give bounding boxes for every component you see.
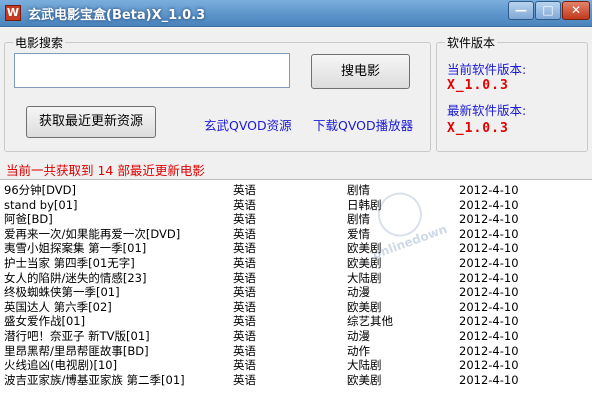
movie-date: 2012-4-10 xyxy=(459,270,519,285)
movie-title: 波吉亚家族/博基亚家族 第二季[01] xyxy=(4,372,185,387)
version-group-label: 软件版本 xyxy=(445,34,498,51)
movie-language: 英语 xyxy=(233,226,256,241)
table-row[interactable]: 潜行吧！奈亚子 新TV版[01] 英语 动漫 2012-4-10 xyxy=(0,329,592,343)
movie-language: 英语 xyxy=(233,372,256,387)
table-row[interactable]: 阿爸[BD] 英语 剧情 2012-4-10 xyxy=(0,212,592,226)
movie-title: 护士当家 第四季[01无字] xyxy=(4,256,135,270)
movie-language: 英语 xyxy=(233,299,256,314)
movie-language: 英语 xyxy=(233,329,256,343)
table-row[interactable]: 里昂黑帮/里昂帮匪故事[BD] 英语 动作 2012-4-10 xyxy=(0,344,592,358)
movie-language: 英语 xyxy=(233,183,256,197)
movie-date: 2012-4-10 xyxy=(459,314,519,329)
movie-genre: 欧美剧 xyxy=(347,372,382,387)
close-button[interactable]: ✕ xyxy=(562,1,590,20)
movie-date: 2012-4-10 xyxy=(459,299,519,314)
movie-genre: 欧美剧 xyxy=(347,256,382,270)
movie-date: 2012-4-10 xyxy=(459,183,519,197)
movie-language: 英语 xyxy=(233,256,256,270)
movie-language: 英语 xyxy=(233,270,256,285)
table-row[interactable]: 英国达人 第六季[02] 英语 欧美剧 2012-4-10 xyxy=(0,300,592,314)
current-version-label: 当前软件版本: xyxy=(447,62,527,77)
fetch-latest-button[interactable]: 获取最近更新资源 xyxy=(26,106,156,138)
maximize-button[interactable]: □ xyxy=(535,1,561,20)
movie-date: 2012-4-10 xyxy=(459,241,519,256)
movie-genre: 欧美剧 xyxy=(347,299,382,314)
movie-language: 英语 xyxy=(233,197,256,212)
table-row[interactable]: 波吉亚家族/博基亚家族 第二季[01] 英语 欧美剧 2012-4-10 xyxy=(0,373,592,387)
movie-date: 2012-4-10 xyxy=(459,329,519,343)
movie-language: 英语 xyxy=(233,285,256,300)
movie-title: 火线追凶(电视剧)[10] xyxy=(4,358,118,373)
movie-list[interactable]: onlinedown 96分钟[DVD] 英语 剧情 2012-4-10 stand b… xyxy=(0,179,592,395)
movie-date: 2012-4-10 xyxy=(459,358,519,373)
movie-genre: 剧情 xyxy=(347,212,370,227)
movie-genre: 爱情 xyxy=(347,226,370,241)
movie-title: 阿爸[BD] xyxy=(4,212,53,227)
movie-language: 英语 xyxy=(233,212,256,227)
main-panel: 电影搜索 搜电影 获取最近更新资源 玄武QVOD资源 下载QVOD播放器 软件版… xyxy=(0,27,592,395)
movie-genre: 欧美剧 xyxy=(347,241,382,256)
movie-language: 英语 xyxy=(233,358,256,373)
minimize-button[interactable]: — xyxy=(508,1,534,20)
movie-language: 英语 xyxy=(233,343,256,358)
qvod-resources-link[interactable]: 玄武QVOD资源 xyxy=(204,115,292,134)
movie-title: stand by[01] xyxy=(4,197,78,212)
movie-title: 爱再来一次/如果能再爱一次[DVD] xyxy=(4,226,181,241)
title-bar[interactable]: W 玄武电影宝盒(Beta)X_1.0.3 — □ ✕ xyxy=(0,0,592,27)
movie-genre: 日韩剧 xyxy=(347,197,382,212)
movie-date: 2012-4-10 xyxy=(459,212,519,227)
movie-genre: 大陆剧 xyxy=(347,358,382,373)
movie-genre: 剧情 xyxy=(347,183,370,197)
movie-date: 2012-4-10 xyxy=(459,372,519,387)
movie-title: 96分钟[DVD] xyxy=(4,183,76,197)
table-row[interactable]: 护士当家 第四季[01无字] 英语 欧美剧 2012-4-10 xyxy=(0,256,592,270)
movie-title: 盛女爱作战[01] xyxy=(4,314,86,329)
movie-language: 英语 xyxy=(233,241,256,256)
table-row[interactable]: 女人的陷阱/迷失的情感[23] 英语 大陆剧 2012-4-10 xyxy=(0,271,592,285)
movie-title: 里昂黑帮/里昂帮匪故事[BD] xyxy=(4,343,149,358)
table-row[interactable]: 盛女爱作战[01] 英语 综艺其他 2012-4-10 xyxy=(0,314,592,328)
current-version-value: X_1.0.3 xyxy=(447,78,509,93)
search-input[interactable] xyxy=(14,53,290,88)
movie-genre: 动作 xyxy=(347,343,370,358)
movie-date: 2012-4-10 xyxy=(459,197,519,212)
window-title: 玄武电影宝盒(Beta)X_1.0.3 xyxy=(28,8,206,23)
movie-genre: 大陆剧 xyxy=(347,270,382,285)
movie-title: 终极蜘蛛侠第一季[01] xyxy=(4,285,120,300)
movie-date: 2012-4-10 xyxy=(459,343,519,358)
download-qvod-link[interactable]: 下载QVOD播放器 xyxy=(313,115,413,134)
table-row[interactable]: stand by[01] 英语 日韩剧 2012-4-10 xyxy=(0,198,592,212)
movie-genre: 动漫 xyxy=(347,329,370,343)
latest-version-value: X_1.0.3 xyxy=(447,121,509,136)
movie-date: 2012-4-10 xyxy=(459,256,519,270)
table-row[interactable]: 火线追凶(电视剧)[10] 英语 大陆剧 2012-4-10 xyxy=(0,358,592,372)
movie-date: 2012-4-10 xyxy=(459,226,519,241)
app-logo-icon: W xyxy=(5,5,21,21)
movie-title: 潜行吧！奈亚子 新TV版[01] xyxy=(4,329,150,343)
movie-title: 英国达人 第六季[02] xyxy=(4,299,112,314)
movie-title: 女人的陷阱/迷失的情感[23] xyxy=(4,270,147,285)
table-row[interactable]: 96分钟[DVD] 英语 剧情 2012-4-10 xyxy=(0,183,592,197)
latest-version-label: 最新软件版本: xyxy=(447,103,527,118)
movie-date: 2012-4-10 xyxy=(459,285,519,300)
table-row[interactable]: 夷雪小姐探案集 第一季[01] 英语 欧美剧 2012-4-10 xyxy=(0,241,592,255)
status-text: 当前一共获取到 14 部最近更新电影 xyxy=(6,163,205,178)
table-row[interactable]: 终极蜘蛛侠第一季[01] 英语 动漫 2012-4-10 xyxy=(0,285,592,299)
movie-title: 夷雪小姐探案集 第一季[01] xyxy=(4,241,147,256)
search-group-label: 电影搜索 xyxy=(13,34,66,51)
search-button[interactable]: 搜电影 xyxy=(311,54,410,89)
table-row[interactable]: 爱再来一次/如果能再爱一次[DVD] 英语 爱情 2012-4-10 xyxy=(0,227,592,241)
movie-genre: 综艺其他 xyxy=(347,314,393,329)
movie-language: 英语 xyxy=(233,314,256,329)
movie-genre: 动漫 xyxy=(347,285,370,300)
